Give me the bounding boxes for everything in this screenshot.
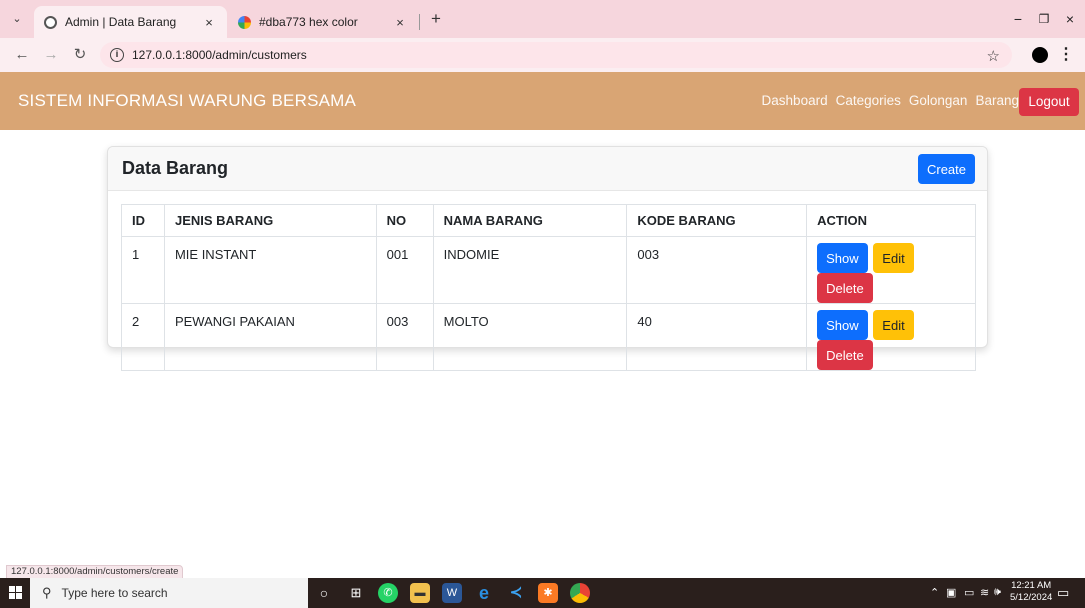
tab-close-icon[interactable]: × [201, 15, 217, 30]
maximize-button[interactable]: ❐ [1030, 8, 1058, 30]
address-url: 127.0.0.1:8000/admin/customers [132, 48, 307, 62]
chrome-icon[interactable] [570, 583, 590, 603]
word-icon[interactable]: W [442, 583, 462, 603]
menu-kebab-icon[interactable]: ⋮ [1058, 44, 1074, 66]
nav-link-dashboard[interactable]: Dashboard [762, 93, 828, 108]
col-header-kode-barang: KODE BARANG [626, 204, 808, 237]
cell-kode-barang: 40 [626, 303, 808, 371]
xampp-icon[interactable]: ✱ [538, 583, 558, 603]
bookmark-star-icon[interactable]: ☆ [987, 47, 1000, 65]
nav-link-barang[interactable]: Barang [975, 93, 1019, 108]
cell-actions: Show Edit Delete [806, 236, 976, 304]
tab-search-chevron-icon[interactable]: ⌄ [8, 10, 26, 28]
edge-icon[interactable]: e [474, 583, 494, 603]
app-navbar: SISTEM INFORMASI WARUNG BERSAMA Dashboar… [0, 72, 1085, 130]
show-button[interactable]: Show [817, 310, 868, 340]
col-header-nama-barang: NAMA BARANG [432, 204, 628, 237]
tab-admin-data-barang[interactable]: Admin | Data Barang × [34, 6, 227, 38]
whatsapp-icon[interactable]: ✆ [378, 583, 398, 603]
profile-avatar[interactable] [1032, 47, 1048, 63]
brand-title[interactable]: SISTEM INFORMASI WARUNG BERSAMA [18, 91, 356, 111]
tray-app-icon[interactable]: ▣ [946, 586, 956, 599]
clock-time: 12:21 AM [1011, 580, 1052, 591]
nav-link-golongan[interactable]: Golongan [909, 93, 968, 108]
cell-no: 001 [375, 236, 434, 304]
new-tab-button[interactable]: + [426, 9, 446, 29]
barang-table: ID JENIS BARANG NO NAMA BARANG KODE BARA… [121, 204, 976, 371]
cell-kode-barang: 003 [626, 236, 808, 304]
battery-icon[interactable]: ▭ [964, 586, 974, 599]
cell-actions: Show Edit Delete [806, 303, 976, 371]
wifi-icon[interactable]: ≋ [980, 586, 989, 599]
site-info-icon[interactable]: i [110, 48, 124, 62]
browser-tabstrip: ⌄ Admin | Data Barang × #dba773 hex colo… [0, 0, 1085, 38]
cell-no: 003 [375, 303, 434, 371]
edit-button[interactable]: Edit [873, 310, 914, 340]
site-favicon-icon [238, 15, 251, 29]
delete-button[interactable]: Delete [817, 340, 873, 370]
table-header-row: ID JENIS BARANG NO NAMA BARANG KODE BARA… [121, 204, 976, 237]
table-row: 2 PEWANGI PAKAIAN 003 MOLTO 40 Show Edit… [121, 303, 976, 371]
tab-title: #dba773 hex color [259, 15, 358, 29]
cortana-circle-icon[interactable]: ○ [314, 583, 334, 603]
col-header-jenis-barang: JENIS BARANG [163, 204, 377, 237]
taskbar-clock[interactable]: 12:21 AM 5/12/2024 [1010, 580, 1052, 604]
back-arrow-icon[interactable]: ← [12, 45, 32, 65]
tab-divider [419, 14, 420, 30]
nav-link-categories[interactable]: Categories [836, 93, 901, 108]
vscode-icon[interactable]: ≺ [506, 583, 526, 603]
forward-arrow-icon[interactable]: → [41, 45, 61, 65]
page-title: Data Barang [122, 158, 229, 178]
volume-icon[interactable]: 🕪 [994, 586, 1001, 599]
notification-icon[interactable]: ▭ [1057, 585, 1069, 601]
minimize-button[interactable]: − [1004, 8, 1032, 30]
search-icon: ⚲ [42, 585, 52, 600]
cell-nama-barang: MOLTO [432, 303, 628, 371]
close-window-button[interactable]: × [1056, 8, 1084, 30]
col-header-no: NO [375, 204, 434, 237]
reload-icon[interactable]: ↻ [70, 45, 90, 65]
cell-jenis-barang: PEWANGI PAKAIAN [163, 303, 377, 371]
task-view-icon[interactable]: ⊞ [346, 583, 366, 603]
cell-jenis-barang: MIE INSTANT [163, 236, 377, 304]
cell-nama-barang: INDOMIE [432, 236, 628, 304]
tab-hex-color[interactable]: #dba773 hex color × [228, 6, 418, 38]
tray-chevron-icon[interactable]: ⌃ [930, 586, 939, 599]
windows-start-icon[interactable] [9, 586, 22, 599]
cell-id: 1 [121, 236, 165, 304]
card-header: Data Barang Create [108, 147, 987, 191]
table-row: 1 MIE INSTANT 001 INDOMIE 003 Show Edit … [121, 236, 976, 304]
tab-title: Admin | Data Barang [65, 15, 177, 29]
delete-button[interactable]: Delete [817, 273, 873, 303]
cell-id: 2 [121, 303, 165, 371]
create-button[interactable]: Create [918, 154, 975, 184]
col-header-action: ACTION [806, 204, 976, 237]
search-placeholder: Type here to search [61, 586, 168, 600]
globe-icon [44, 15, 57, 29]
show-button[interactable]: Show [817, 243, 868, 273]
windows-taskbar: ⚲ Type here to search ○ ⊞ ✆ ▬ W e ≺ ✱ ⌃ … [0, 578, 1085, 608]
address-bar[interactable]: i 127.0.0.1:8000/admin/customers ☆ [100, 42, 1012, 68]
tab-close-icon[interactable]: × [392, 15, 408, 30]
clock-date: 5/12/2024 [1010, 592, 1053, 603]
taskbar-search[interactable]: ⚲ Type here to search [30, 578, 308, 608]
data-barang-card: Data Barang Create ID JENIS BARANG NO NA… [107, 146, 988, 371]
link-status-bar: 127.0.0.1:8000/admin/customers/create [6, 565, 184, 579]
edit-button[interactable]: Edit [873, 243, 914, 273]
col-header-id: ID [121, 204, 165, 237]
browser-toolbar: ← → ↻ i 127.0.0.1:8000/admin/customers ☆… [0, 38, 1085, 72]
nav-links: Dashboard Categories Golongan Barang [762, 93, 1019, 108]
file-explorer-icon[interactable]: ▬ [410, 583, 430, 603]
logout-button[interactable]: Logout [1019, 88, 1079, 116]
